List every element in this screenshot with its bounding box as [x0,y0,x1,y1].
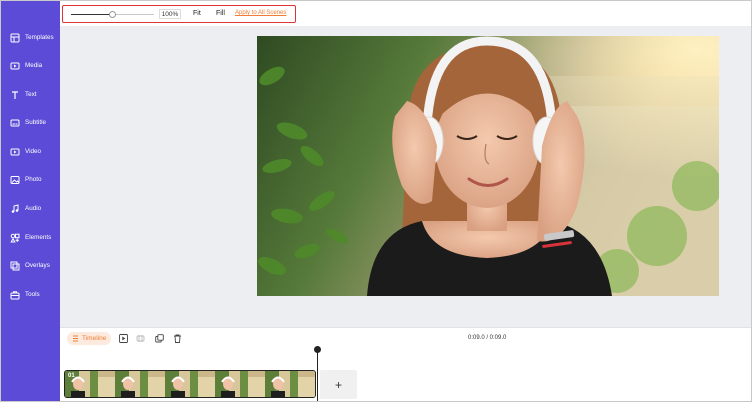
sidebar-item-elements[interactable]: Elements [1,227,60,249]
media-icon [10,62,20,70]
split-icon[interactable] [136,334,145,343]
playhead[interactable] [317,349,318,401]
sidebar-item-label: Photo [25,176,42,183]
zoom-controls-highlight: 100% Fit Fill Apply to All Scenes [62,5,296,23]
apply-to-all-scenes-link[interactable]: Apply to All Scenes [235,10,286,16]
duplicate-icon[interactable] [155,334,164,343]
fill-button[interactable]: Fill [216,10,225,17]
timeline-tab-label: Timeline [82,335,107,342]
subtitle-icon [10,119,20,127]
timeline-track: 01 + [60,346,751,401]
clip-thumbnail [90,371,115,397]
playhead-handle[interactable] [314,346,321,353]
scene-preview-image[interactable] [257,36,719,296]
woman-with-headphones-photo [257,36,719,296]
clip-thumbnail [215,371,240,397]
templates-icon [10,33,20,43]
sidebar-item-label: Subtitle [25,119,47,126]
clip-thumbnail [265,371,290,397]
sidebar-item-label: Video [25,148,41,155]
tab-timeline[interactable]: Timeline [67,332,112,345]
sidebar-item-label: Templates [25,34,54,41]
clip-thumbnail [190,371,215,397]
canvas-area [60,26,751,327]
zoom-slider-fill [71,14,113,15]
clip-thumbnail [140,371,165,397]
zoom-slider[interactable] [71,11,154,18]
sidebar-item-label: Elements [25,234,52,241]
play-icon[interactable] [119,334,128,343]
timeline-time-display: 0:09.0 / 0:09.0 [468,335,507,341]
clip-thumbnail [115,371,140,397]
sidebar-item-label: Tools [25,291,40,298]
clip-number: 01 [68,373,75,379]
tools-icon [10,291,20,300]
sidebar-item-label: Text [25,91,37,98]
sidebar-item-text[interactable]: Text [1,84,60,106]
delete-icon[interactable] [173,334,182,343]
sidebar-item-audio[interactable]: Audio [1,198,60,220]
zoom-value[interactable]: 100% [159,9,181,19]
clip-thumbnail [165,371,190,397]
toolbar: 100% Fit Fill Apply to All Scenes [60,1,751,26]
video-icon [10,148,20,156]
zoom-slider-handle[interactable] [109,11,116,18]
sidebar-item-media[interactable]: Media [1,55,60,77]
audio-icon [11,204,19,213]
clip-thumbnail [240,371,265,397]
sidebar-item-tools[interactable]: Tools [1,284,60,306]
sidebar-item-label: Audio [25,205,42,212]
text-icon [12,91,18,99]
overlays-icon [10,261,20,271]
sidebar-item-video[interactable]: Video [1,141,60,163]
sidebar-item-photo[interactable]: Photo [1,169,60,191]
sidebar-item-subtitle[interactable]: Subtitle [1,112,60,134]
sidebar-item-overlays[interactable]: Overlays [1,255,60,277]
timeline-toolbar: Timeline 0:09.0 / 0:09.0 [60,327,751,349]
photo-icon [10,176,20,184]
sidebar-item-label: Overlays [25,262,50,269]
fit-button[interactable]: Fit [193,10,201,17]
add-scene-button[interactable]: + [320,370,357,399]
scene-clip[interactable]: 01 [64,370,316,398]
elements-icon [10,233,20,243]
sidebar: Templates Media Text Subtitle Video Phot… [1,1,60,401]
timeline-icon [73,335,78,342]
editor-window: Templates Media Text Subtitle Video Phot… [0,0,752,402]
sidebar-item-templates[interactable]: Templates [1,27,60,49]
sidebar-item-label: Media [25,62,43,69]
clip-thumbnail [290,371,315,397]
